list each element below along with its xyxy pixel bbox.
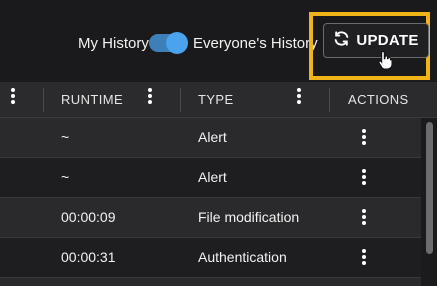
column-divider[interactable] <box>43 88 44 112</box>
column-header-actions: ACTIONS <box>348 92 409 107</box>
row-actions-icon[interactable] <box>362 129 366 147</box>
everyone-history-label: Everyone's History <box>193 35 318 52</box>
runtime-column-menu-icon[interactable] <box>148 88 152 104</box>
runtime-cell: 00:00:31 <box>61 249 116 265</box>
row-actions-icon[interactable] <box>362 169 366 187</box>
row-actions-icon[interactable] <box>362 209 366 227</box>
column-header-runtime[interactable]: RUNTIME <box>61 92 123 107</box>
column-header-type[interactable]: TYPE <box>198 92 234 107</box>
scrollbar-thumb[interactable] <box>426 122 433 254</box>
update-button-label: UPDATE <box>356 32 419 49</box>
my-history-label: My History <box>78 35 149 52</box>
table-row[interactable]: ~ Alert <box>0 158 421 198</box>
table-row[interactable]: 00:00:09 File modification <box>0 198 421 238</box>
type-cell: Alert <box>198 169 227 185</box>
update-button[interactable]: UPDATE <box>323 23 429 58</box>
toggle-knob <box>166 32 188 54</box>
row-actions-icon[interactable] <box>362 249 366 267</box>
refresh-icon <box>333 30 350 51</box>
column-menu-icon[interactable] <box>11 88 15 104</box>
runtime-cell: ~ <box>61 129 70 145</box>
table-row[interactable] <box>0 278 421 286</box>
type-column-menu-icon[interactable] <box>297 88 301 104</box>
type-cell: Authentication <box>198 249 287 265</box>
column-divider[interactable] <box>180 88 181 112</box>
type-cell: Alert <box>198 129 227 145</box>
runtime-cell: 00:00:09 <box>61 209 116 225</box>
runtime-cell: ~ <box>61 169 70 185</box>
history-scope-toggle[interactable] <box>149 32 188 54</box>
type-cell: File modification <box>198 209 300 225</box>
table-row[interactable]: ~ Alert <box>0 118 421 158</box>
table-row[interactable]: 00:00:31 Authentication <box>0 238 421 278</box>
column-divider[interactable] <box>329 88 330 112</box>
hand-cursor-icon <box>378 50 393 70</box>
